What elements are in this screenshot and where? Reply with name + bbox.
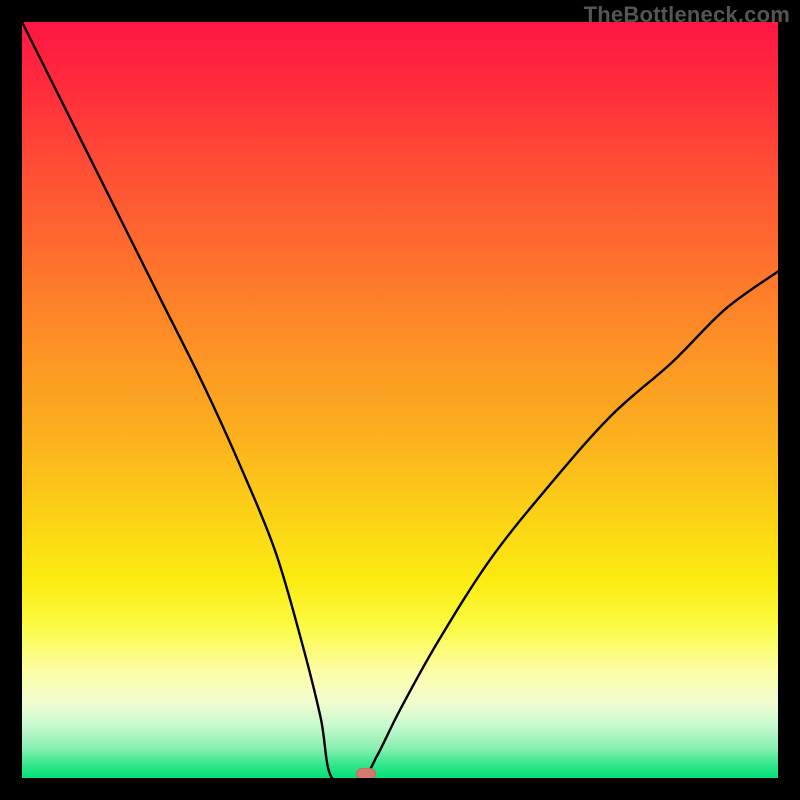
plot-area [22, 22, 778, 778]
optimum-marker [356, 768, 376, 778]
watermark-text: TheBottleneck.com [584, 2, 790, 28]
chart-page: TheBottleneck.com [0, 0, 800, 800]
bottleneck-curve [22, 22, 778, 778]
